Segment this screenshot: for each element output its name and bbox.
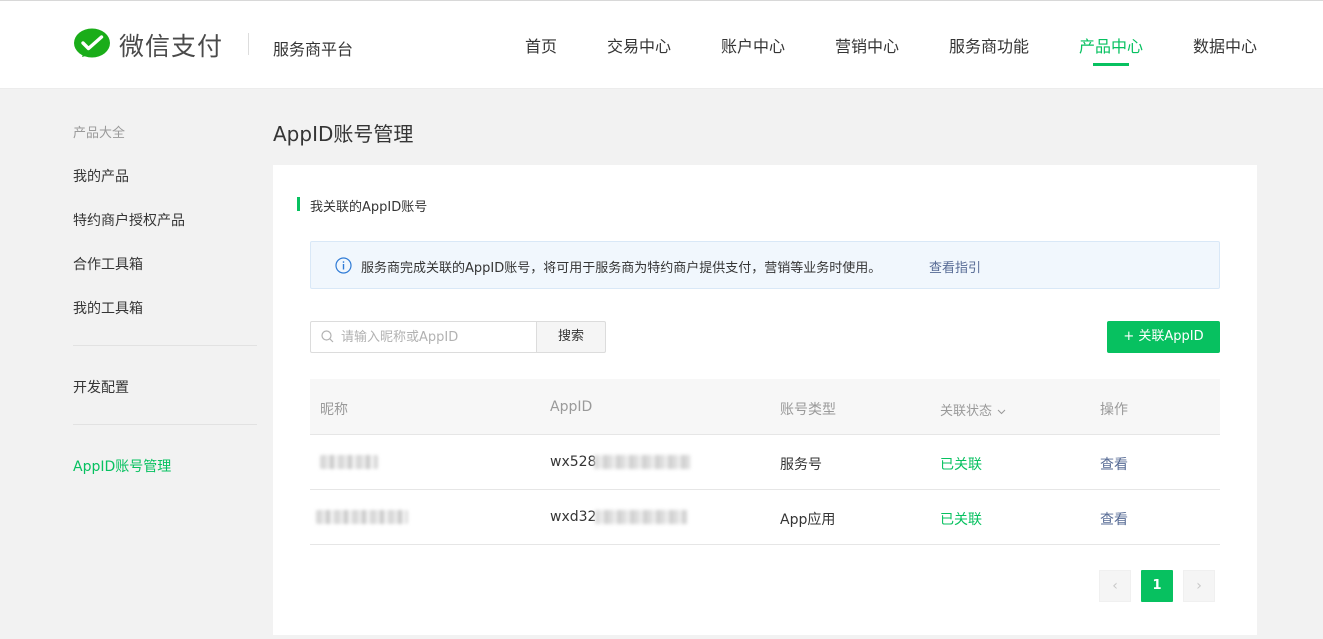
nav-active-indicator <box>1093 63 1129 66</box>
info-notice: 服务商完成关联的AppID账号，将可用于服务商为特约商户提供支付，营销等业务时使… <box>310 241 1220 289</box>
appid-cell: wxd32 <box>550 509 597 525</box>
nav-provider-functions[interactable]: 服务商功能 <box>949 33 1029 57</box>
nav-home[interactable]: 首页 <box>525 33 557 57</box>
nav-account-center[interactable]: 账户中心 <box>721 33 785 57</box>
top-bar: 微信支付 服务商平台 首页 交易中心 账户中心 营销中心 服务商功能 产品中心 … <box>0 0 1323 89</box>
nav-product-center[interactable]: 产品中心 <box>1079 33 1143 57</box>
section-title: 我关联的AppID账号 <box>310 200 428 215</box>
nickname-redacted <box>316 510 408 524</box>
table-header: 昵称 AppID 账号类型 关联状态 操作 <box>310 379 1220 435</box>
search-input[interactable] <box>341 322 531 352</box>
nav-data-center[interactable]: 数据中心 <box>1193 33 1257 57</box>
nav-marketing-center[interactable]: 营销中心 <box>835 33 899 57</box>
appid-redacted <box>594 455 690 469</box>
pagination-current-page[interactable]: 1 <box>1141 570 1173 602</box>
section-accent-bar <box>297 197 300 211</box>
table-row: wxd32 App应用 已关联 查看 <box>310 490 1220 545</box>
column-header-action: 操作 <box>1100 402 1128 418</box>
pagination-next-button[interactable]: › <box>1183 570 1215 602</box>
pagination-prev-button[interactable]: ‹ <box>1099 570 1131 602</box>
nav-trade-center[interactable]: 交易中心 <box>607 33 671 57</box>
appid-cell: wx528 <box>550 454 597 470</box>
nickname-redacted <box>320 455 378 469</box>
status-cell: 已关联 <box>940 457 982 473</box>
table-row: wx528 服务号 已关联 查看 <box>310 435 1220 490</box>
column-header-type: 账号类型 <box>780 402 836 418</box>
column-header-status[interactable]: 关联状态 <box>940 400 1006 419</box>
sidebar-item-my-toolbox[interactable]: 我的工具箱 <box>73 298 143 318</box>
appid-redacted <box>595 510 687 524</box>
sidebar-item-sub-merchant-products[interactable]: 特约商户授权产品 <box>73 210 185 230</box>
search-button[interactable]: 搜索 <box>536 321 606 353</box>
sidebar-item-appid-management[interactable]: AppID账号管理 <box>73 456 171 476</box>
sidebar-item-my-products[interactable]: 我的产品 <box>73 166 129 186</box>
content-card: 我关联的AppID账号 服务商完成关联的AppID账号，将可用于服务商为特约商户… <box>273 165 1257 635</box>
type-cell: App应用 <box>780 512 836 528</box>
sidebar-divider <box>73 345 257 346</box>
column-header-appid: AppID <box>550 399 593 415</box>
status-header-label: 关联状态 <box>940 404 993 419</box>
column-header-nickname: 昵称 <box>320 402 348 418</box>
chevron-down-icon <box>997 409 1006 414</box>
view-link[interactable]: 查看 <box>1100 509 1128 529</box>
main-nav: 首页 交易中心 账户中心 营销中心 服务商功能 产品中心 数据中心 <box>0 33 1323 90</box>
sidebar-divider <box>73 424 257 425</box>
add-appid-button[interactable]: + 关联AppID <box>1107 321 1220 353</box>
sidebar-heading: 产品大全 <box>73 126 126 141</box>
page-title: AppID账号管理 <box>273 122 414 146</box>
sidebar-item-dev-config[interactable]: 开发配置 <box>73 377 129 397</box>
info-circle-icon <box>335 257 352 274</box>
view-guide-link[interactable]: 查看指引 <box>929 257 981 276</box>
status-cell: 已关联 <box>940 512 982 528</box>
notice-text: 服务商完成关联的AppID账号，将可用于服务商为特约商户提供支付，营销等业务时使… <box>361 261 882 276</box>
view-link[interactable]: 查看 <box>1100 454 1128 474</box>
search-field <box>310 321 537 353</box>
search-icon <box>321 330 334 343</box>
sidebar-item-partner-toolbox[interactable]: 合作工具箱 <box>73 254 143 274</box>
type-cell: 服务号 <box>780 457 822 473</box>
